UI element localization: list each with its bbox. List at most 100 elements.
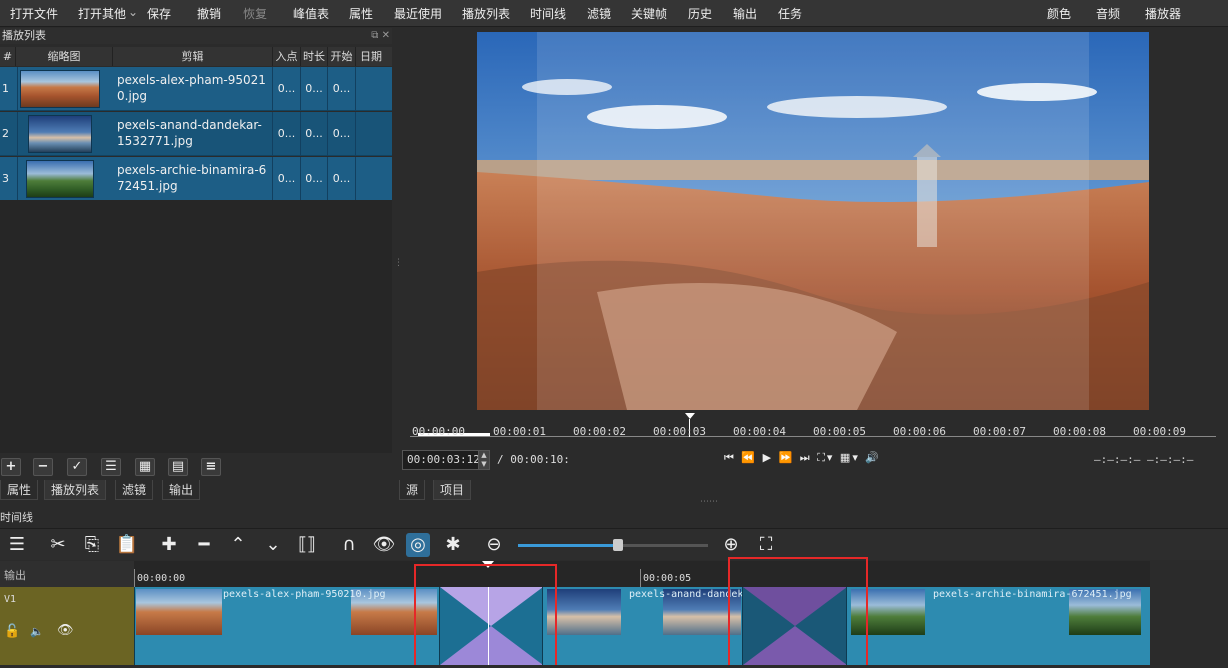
playlist-row[interactable]: 3 pexels-archie-binamira-672451.jpg 0...… bbox=[0, 157, 392, 201]
col-thumbnail[interactable]: 缩略图 bbox=[16, 47, 113, 66]
thumbnail-canyon bbox=[20, 70, 100, 108]
ripple-icon[interactable]: ◎ bbox=[406, 533, 430, 557]
mute-icon[interactable]: 🔈 bbox=[30, 625, 44, 638]
export-button[interactable]: 输出 bbox=[733, 5, 757, 22]
player-layout-button[interactable]: 播放器 bbox=[1145, 5, 1181, 22]
properties-button[interactable]: 属性 bbox=[349, 5, 373, 22]
play-icon[interactable]: ▶ bbox=[763, 451, 773, 464]
snap-icon[interactable]: ∩ bbox=[337, 533, 361, 557]
recent-button[interactable]: 最近使用 bbox=[394, 5, 442, 22]
save-button[interactable]: 保存 bbox=[147, 5, 171, 22]
playlist-row[interactable]: 2 pexels-anand-dandekar-1532771.jpg 0...… bbox=[0, 112, 392, 156]
clip-duration: 0... bbox=[301, 67, 328, 111]
fast-forward-icon[interactable]: ⏩ bbox=[779, 451, 795, 464]
main-toolbar: 打开文件 打开其他 ⌄ 保存 撤销 恢复 峰值表 属性 最近使用 播放列表 时间… bbox=[0, 0, 1228, 27]
timeline-clip[interactable]: pexels-archie-binamira-672451.jpg bbox=[846, 587, 1150, 665]
volume-icon[interactable]: 🔊 bbox=[865, 451, 881, 464]
scrub-icon[interactable]: 👁 bbox=[372, 533, 396, 557]
dropdown-icon[interactable]: ⌄ bbox=[128, 5, 138, 19]
icons-view-icon[interactable]: ▤ bbox=[168, 458, 188, 476]
timeline-ruler[interactable]: 00:00:00 00:00:05 bbox=[134, 561, 1150, 587]
open-file-button[interactable]: 打开文件 bbox=[10, 5, 58, 22]
timeline-menu-icon[interactable]: ☰ bbox=[5, 533, 29, 557]
clip-name: pexels-anand-dandekar-1532771.jpg bbox=[113, 112, 273, 156]
playlist-menu-icon[interactable]: ≡ bbox=[201, 458, 221, 476]
split-icon[interactable]: ⟦⟧ bbox=[295, 533, 319, 557]
zoom-fit-icon[interactable]: ⛶ bbox=[754, 533, 778, 557]
zoom-slider[interactable] bbox=[518, 539, 708, 551]
lift-icon[interactable]: ⌃ bbox=[226, 533, 250, 557]
tab-playlist[interactable]: 播放列表 bbox=[44, 480, 107, 500]
tick-label: 00:00:02 bbox=[573, 425, 626, 438]
peak-meter-button[interactable]: 峰值表 bbox=[293, 5, 329, 22]
tiles-view-icon[interactable]: ▦ bbox=[135, 458, 155, 476]
col-duration[interactable]: 时长 bbox=[301, 47, 328, 66]
skip-end-icon[interactable]: ⏭ bbox=[800, 451, 812, 464]
overwrite-icon[interactable]: ⌄ bbox=[261, 533, 285, 557]
splitter-handle[interactable]: ⋮ bbox=[394, 258, 403, 268]
thumbnail-hills bbox=[26, 160, 94, 198]
col-in[interactable]: 入点 bbox=[273, 47, 301, 66]
keyframes-button[interactable]: 关键帧 bbox=[631, 5, 667, 22]
tab-source[interactable]: 源 bbox=[399, 480, 426, 500]
timeline-clip[interactable]: pexels-alex-pham-950210.jpg bbox=[134, 587, 439, 665]
zoom-slider-handle[interactable] bbox=[613, 539, 623, 551]
cut-icon[interactable]: ✂ bbox=[46, 533, 70, 557]
zoom-out-icon[interactable]: ⊖ bbox=[482, 533, 506, 557]
timecode-spinner[interactable]: ▲ ▼ bbox=[478, 450, 490, 470]
redo-button[interactable]: 恢复 bbox=[243, 5, 267, 22]
video-frame[interactable] bbox=[477, 32, 1149, 410]
add-icon[interactable]: + bbox=[1, 458, 21, 476]
clip-duration: 0... bbox=[301, 157, 328, 201]
filters-button[interactable]: 滤镜 bbox=[587, 5, 611, 22]
jobs-button[interactable]: 任务 bbox=[778, 5, 802, 22]
col-start[interactable]: 开始 bbox=[328, 47, 356, 66]
tick-label: 00:00:08 bbox=[1053, 425, 1106, 438]
timecode-input[interactable]: 00:00:03:12 bbox=[402, 450, 490, 470]
tick-label: 00:00:00 bbox=[412, 425, 465, 438]
scrub-ruler[interactable]: 00:00:00 00:00:01 00:00:02 00:00:03 00:0… bbox=[410, 413, 1216, 439]
preview-image bbox=[477, 32, 1149, 410]
tab-filters[interactable]: 滤镜 bbox=[115, 480, 154, 500]
details-view-icon[interactable]: ☰ bbox=[101, 458, 121, 476]
rewind-icon[interactable]: ⏪ bbox=[741, 451, 757, 464]
remove-icon[interactable]: − bbox=[33, 458, 53, 476]
lock-icon[interactable]: 🔓 bbox=[4, 624, 20, 639]
tick-label: 00:00:03 bbox=[653, 425, 706, 438]
timeline-button[interactable]: 时间线 bbox=[530, 5, 566, 22]
ripple-all-icon[interactable]: ✱ bbox=[441, 533, 465, 557]
audio-layout-button[interactable]: 音频 bbox=[1096, 5, 1120, 22]
splitter-handle[interactable]: ⋯⋯ bbox=[700, 497, 718, 507]
track-header-v1[interactable]: V1 🔓 🔈 👁 bbox=[0, 587, 134, 665]
grid-icon[interactable]: ▦▾ bbox=[840, 451, 860, 464]
tab-properties[interactable]: 属性 bbox=[0, 480, 39, 500]
float-close-icons[interactable]: ⧉ ✕ bbox=[371, 28, 390, 44]
append-icon[interactable]: ✚ bbox=[157, 533, 181, 557]
playlist-button[interactable]: 播放列表 bbox=[462, 5, 510, 22]
tick-label: 00:00:09 bbox=[1133, 425, 1186, 438]
col-date[interactable]: 日期 bbox=[356, 47, 386, 66]
skip-start-icon[interactable]: ⏮ bbox=[724, 451, 736, 464]
playlist-row[interactable]: 1 pexels-alex-pham-950210.jpg 0... 0... … bbox=[0, 67, 392, 111]
copy-icon[interactable]: ⎘ bbox=[80, 533, 104, 557]
undo-button[interactable]: 撤销 bbox=[197, 5, 221, 22]
timeline-clip[interactable]: pexels-anand-dandek bbox=[542, 587, 743, 665]
update-icon[interactable]: ✓ bbox=[67, 458, 87, 476]
zoom-icon[interactable]: ⛶▾ bbox=[817, 451, 834, 464]
tab-project[interactable]: 项目 bbox=[433, 480, 472, 500]
col-number[interactable]: # bbox=[0, 47, 16, 66]
zoom-in-icon[interactable]: ⊕ bbox=[719, 533, 743, 557]
in-out-readout: —:—:—:— —:—:—:— bbox=[1094, 453, 1194, 466]
row-number: 1 bbox=[0, 67, 18, 111]
tab-export[interactable]: 输出 bbox=[162, 480, 201, 500]
color-layout-button[interactable]: 颜色 bbox=[1047, 5, 1071, 22]
clip-in: 0... bbox=[273, 67, 301, 111]
left-panel-tabs: 属性 播放列表 滤镜 输出 bbox=[0, 480, 392, 500]
tick-label: 00:00:07 bbox=[973, 425, 1026, 438]
paste-icon[interactable]: 📋 bbox=[115, 533, 139, 557]
open-other-button[interactable]: 打开其他 bbox=[78, 5, 126, 22]
visibility-icon[interactable]: 👁 bbox=[57, 623, 74, 638]
history-button[interactable]: 历史 bbox=[688, 5, 712, 22]
col-clip[interactable]: 剪辑 bbox=[113, 47, 273, 66]
remove-icon[interactable]: ━ bbox=[192, 533, 216, 557]
